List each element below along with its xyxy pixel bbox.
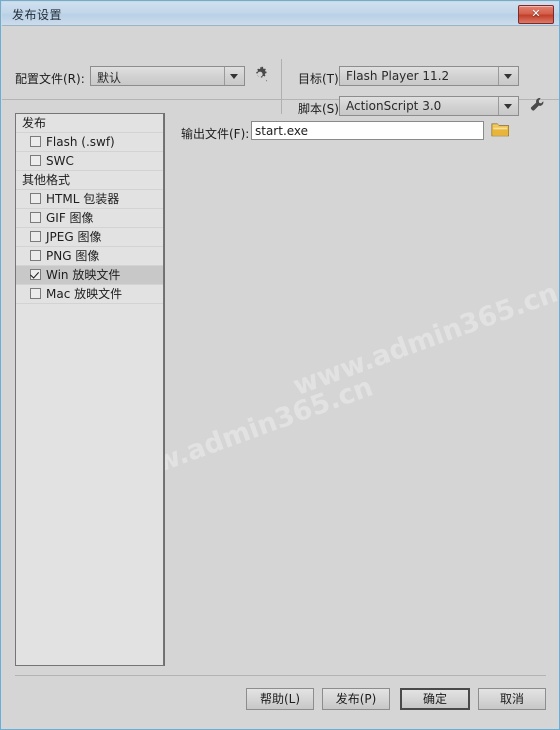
- list-item[interactable]: PNG 图像: [16, 247, 163, 266]
- checkbox-icon[interactable]: [30, 155, 41, 166]
- list-item-label: SWC: [46, 154, 74, 168]
- close-button[interactable]: ✕: [518, 5, 554, 24]
- list-item[interactable]: SWC: [16, 152, 163, 171]
- list-item-label: JPEG 图像: [46, 230, 102, 244]
- folder-icon[interactable]: [491, 121, 510, 142]
- output-file-label: 输出文件(F):: [181, 127, 250, 141]
- script-value: ActionScript 3.0: [346, 99, 442, 113]
- gear-icon[interactable]: [252, 66, 269, 87]
- publish-button[interactable]: 发布(P): [322, 688, 390, 710]
- list-group-header: 其他格式: [16, 171, 163, 190]
- vertical-divider-top: [281, 59, 282, 114]
- chevron-down-icon: [224, 67, 244, 85]
- checkbox-icon[interactable]: [30, 136, 41, 147]
- wrench-icon[interactable]: [529, 96, 547, 118]
- close-icon: ✕: [531, 7, 541, 20]
- profile-value: 默认: [97, 71, 122, 85]
- top-settings-bar: 配置文件(R): 默认 目标(T): Flash Player 11.2 脚本(…: [2, 26, 559, 116]
- checkbox-icon[interactable]: [30, 250, 41, 261]
- list-item[interactable]: HTML 包装器: [16, 190, 163, 209]
- list-item[interactable]: GIF 图像: [16, 209, 163, 228]
- title-bar: 发布设置 ✕: [2, 2, 559, 26]
- list-item-label: Mac 放映文件: [46, 287, 123, 301]
- profile-label: 配置文件(R):: [15, 72, 85, 86]
- watermark-text: www.admin365.cn: [289, 277, 560, 403]
- format-list-panel: 发布 Flash (.swf) SWC 其他格式 HTML 包装器 GIF 图像 JPEG …: [15, 113, 164, 666]
- list-item[interactable]: JPEG 图像: [16, 228, 163, 247]
- script-label: 脚本(S):: [298, 102, 344, 116]
- checkbox-icon[interactable]: [30, 288, 41, 299]
- checkbox-checked-icon[interactable]: [30, 269, 41, 280]
- list-item[interactable]: Mac 放映文件: [16, 285, 163, 304]
- checkbox-icon[interactable]: [30, 231, 41, 242]
- vertical-divider-main: [164, 113, 165, 666]
- list-item-label: GIF 图像: [46, 211, 94, 225]
- output-file-input[interactable]: [251, 121, 484, 140]
- target-value: Flash Player 11.2: [346, 69, 450, 83]
- publish-settings-dialog: 发布设置 ✕ 配置文件(R): 默认 目标(T): Flash Player 1…: [0, 0, 560, 730]
- list-item[interactable]: Win 放映文件: [16, 266, 163, 285]
- profile-select[interactable]: 默认: [90, 66, 245, 86]
- target-label: 目标(T):: [298, 72, 343, 86]
- chevron-down-icon: [498, 67, 518, 85]
- help-button[interactable]: 帮助(L): [246, 688, 314, 710]
- list-item-label: Win 放映文件: [46, 268, 121, 282]
- script-select[interactable]: ActionScript 3.0: [339, 96, 519, 116]
- cancel-button[interactable]: 取消: [478, 688, 546, 710]
- target-select[interactable]: Flash Player 11.2: [339, 66, 519, 86]
- list-item-label: Flash (.swf): [46, 135, 115, 149]
- bottom-separator: [15, 675, 546, 676]
- list-group-header: 发布: [16, 114, 163, 133]
- window-title: 发布设置: [12, 8, 63, 22]
- ok-button[interactable]: 确定: [400, 688, 470, 710]
- checkbox-icon[interactable]: [30, 193, 41, 204]
- checkbox-icon[interactable]: [30, 212, 41, 223]
- list-item[interactable]: Flash (.swf): [16, 133, 163, 152]
- list-item-label: HTML 包装器: [46, 192, 120, 206]
- list-item-label: PNG 图像: [46, 249, 100, 263]
- chevron-down-icon: [498, 97, 518, 115]
